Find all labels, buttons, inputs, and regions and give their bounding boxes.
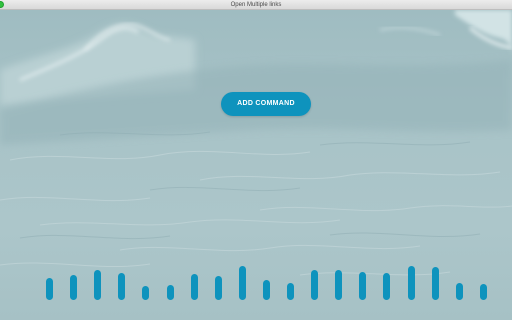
main-content: ADD COMMAND xyxy=(0,10,512,320)
window-title: Open Multiple links xyxy=(230,2,282,8)
add-command-button[interactable]: ADD COMMAND xyxy=(221,92,311,116)
app-window: Open Multiple links ADD COMMAND xyxy=(0,0,512,320)
ocean-background-image xyxy=(0,10,512,320)
title-bar: Open Multiple links xyxy=(0,0,512,10)
